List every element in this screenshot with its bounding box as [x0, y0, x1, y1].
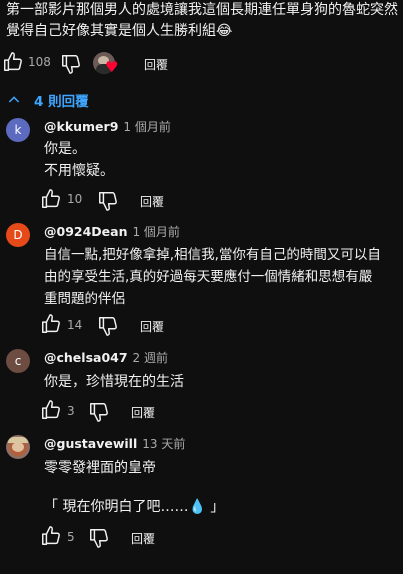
dislike-button[interactable]	[88, 401, 110, 423]
reply-text-line: 「 現在你明白了吧……💧 」	[44, 499, 225, 515]
avatar[interactable]: k	[6, 118, 30, 142]
like-button[interactable]	[40, 399, 62, 421]
thumb-down-icon	[90, 403, 108, 422]
reply-header: @chelsa047 2 週前	[44, 349, 168, 366]
reply-timestamp[interactable]: 2 週前	[133, 349, 168, 366]
reply-button[interactable]: 回覆	[131, 530, 155, 547]
reply-text-line: 重問題的伴侶	[44, 291, 125, 307]
like-button[interactable]	[40, 313, 62, 335]
like-button[interactable]	[40, 525, 62, 547]
thumb-up-icon	[42, 314, 60, 333]
replies-toggle-label: 4 則回覆	[34, 94, 89, 110]
reply-author[interactable]: @0924Dean	[44, 224, 127, 239]
reply-author[interactable]: @gustavewill	[44, 436, 137, 451]
dislike-button[interactable]	[88, 527, 110, 549]
reply-text-line: 零零發裡面的皇帝	[44, 460, 156, 476]
chevron-up-icon	[8, 96, 20, 103]
like-count: 14	[67, 318, 83, 332]
reply-text-line: 你是。	[44, 141, 86, 157]
replies-toggle-button[interactable]: 4 則回覆	[6, 90, 89, 110]
thumb-down-icon	[90, 529, 108, 548]
parent-like-count: 108	[28, 55, 51, 69]
like-button[interactable]	[40, 188, 62, 210]
parent-dislike-button[interactable]	[60, 53, 82, 75]
avatar[interactable]	[6, 435, 30, 459]
reply-timestamp[interactable]: 1 個月前	[132, 223, 179, 240]
thumb-down-icon	[62, 55, 80, 74]
reply-text-line: 你是，珍惜現在的生活	[44, 374, 184, 390]
reply-timestamp[interactable]: 13 天前	[142, 435, 185, 452]
reply-author[interactable]: @kkumer9	[44, 119, 118, 134]
thumb-up-icon	[4, 52, 22, 71]
dislike-button[interactable]	[97, 190, 119, 212]
reply-timestamp[interactable]: 1 個月前	[123, 118, 170, 135]
parent-like-button[interactable]	[2, 51, 24, 73]
like-count: 3	[67, 404, 75, 418]
heart-icon: ♥	[105, 58, 119, 76]
dislike-button[interactable]	[97, 315, 119, 337]
parent-comment-text: 第一部影片那個男人的處境讓我這個長期連任單身狗的魯蛇突然覺得自己好像其實是個人生…	[6, 2, 398, 39]
like-count: 5	[67, 530, 75, 544]
reply-text-line: 自信一點,把好像拿掉,相信我,當你有自己的時間又可以自	[44, 247, 381, 263]
reply-button[interactable]: 回覆	[131, 404, 155, 421]
like-count: 10	[67, 192, 83, 206]
reply-header: @0924Dean 1 個月前	[44, 223, 180, 240]
reply-author[interactable]: @chelsa047	[44, 350, 128, 365]
thumb-up-icon	[42, 189, 60, 208]
thumb-up-icon	[42, 400, 60, 419]
reply-text-line: 不用懷疑。	[44, 163, 114, 179]
reply-button[interactable]: 回覆	[140, 193, 164, 210]
avatar[interactable]: D	[6, 223, 30, 247]
thumb-down-icon	[99, 192, 117, 211]
parent-reply-button[interactable]: 回覆	[144, 56, 168, 73]
thumb-up-icon	[42, 526, 60, 545]
reply-button[interactable]: 回覆	[140, 318, 164, 335]
reply-header: @kkumer9 1 個月前	[44, 118, 171, 135]
thumb-down-icon	[99, 317, 117, 336]
creator-heart-badge: ♥	[93, 52, 119, 78]
avatar[interactable]: c	[6, 349, 30, 373]
reply-text-line: 由的享受生活,真的好過每天要應付一個情緒和思想有嚴	[44, 269, 373, 285]
reply-header: @gustavewill 13 天前	[44, 435, 185, 452]
